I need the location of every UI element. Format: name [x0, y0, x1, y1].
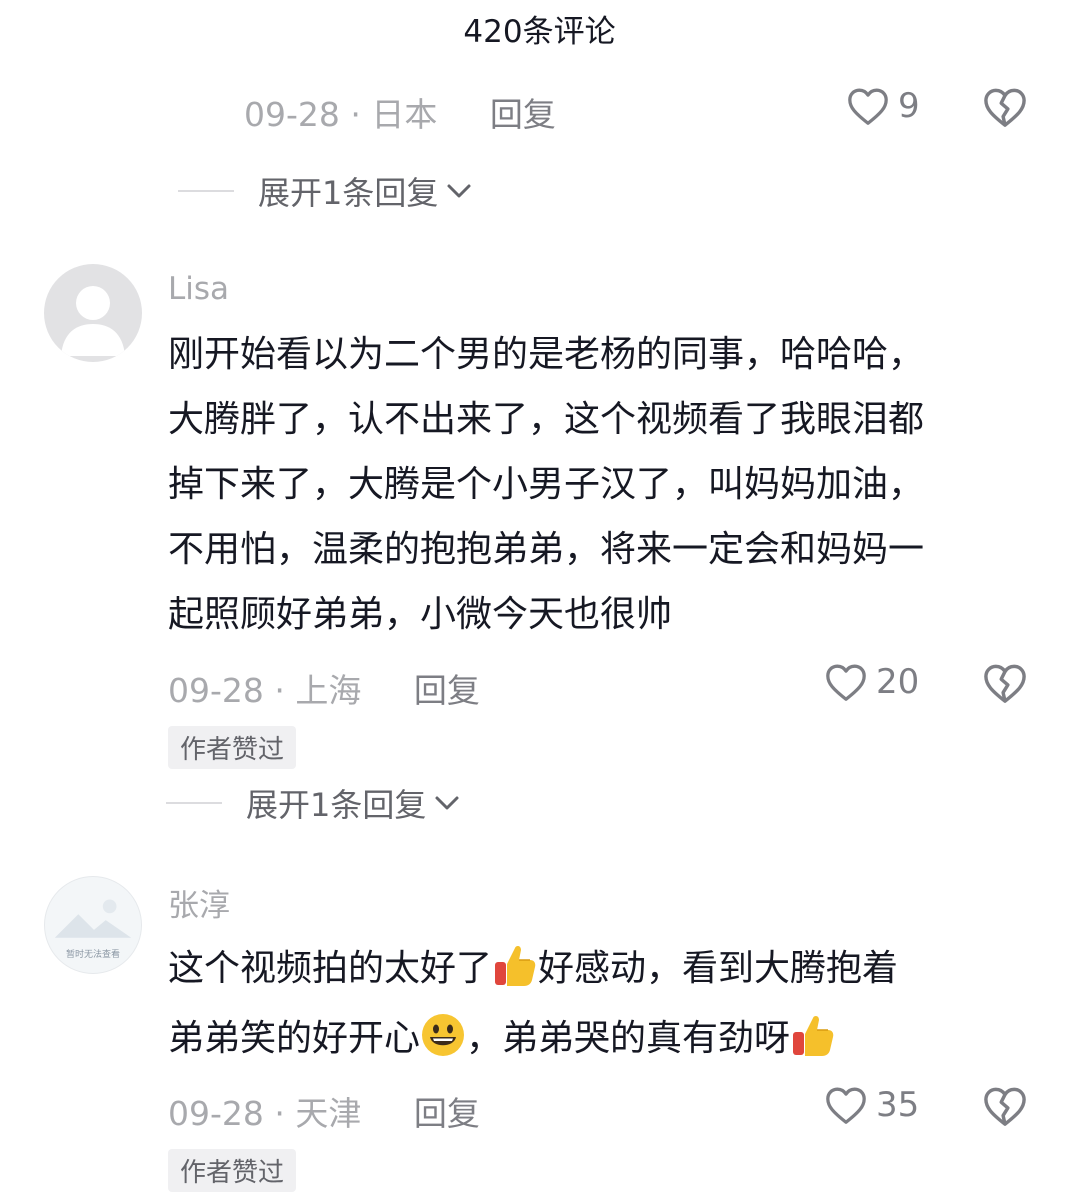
comment-text: 弟弟笑的好开心 [168, 1018, 421, 1059]
comment-text-line: 起照顾好弟弟，小微今天也很帅 [168, 594, 673, 635]
comment-meta: 09-28 · 上海 回复 [168, 664, 480, 712]
meta-separator: · [274, 1094, 296, 1133]
comment-date: 09-28 [168, 1094, 264, 1133]
chevron-down-icon [447, 184, 471, 198]
broken-heart-icon [984, 1087, 1026, 1126]
avatar[interactable] [44, 264, 142, 362]
dislike-button[interactable] [982, 86, 1028, 132]
comment-text-line: 弟弟笑的好开心 ，弟弟哭的真有劲呀 [168, 1004, 1048, 1074]
comment-text-line: 这个视频拍的太好了 好感动，看到大腾抱着 [168, 934, 1048, 1004]
reply-button[interactable]: 回复 [414, 671, 480, 710]
comment-text-line: 掉下来了，大腾是个小男子汉了，叫妈妈加油， [168, 464, 925, 505]
reply-button[interactable]: 回复 [414, 1094, 480, 1133]
reply-button[interactable]: 回复 [490, 95, 556, 134]
avatar[interactable]: 暂时无法查看 [44, 876, 142, 974]
dislike-button[interactable] [982, 1085, 1028, 1131]
comment-meta: 09-28 · 天津 回复 [168, 1087, 480, 1135]
like-count: 35 [876, 1085, 920, 1125]
default-avatar-icon [61, 286, 125, 356]
like-button[interactable]: 20 [824, 662, 919, 702]
comment-username[interactable]: Lisa [168, 271, 229, 307]
avatar-unavailable-text: 暂时无法查看 [65, 950, 120, 960]
divider-line [178, 190, 234, 192]
comment-text-line: 不用怕，温柔的抱抱弟弟，将来一定会和妈妈一 [168, 529, 925, 570]
comment-location: 日本 [371, 95, 438, 134]
like-count: 20 [876, 662, 920, 702]
comment-text: 这个视频拍的太好了 [168, 948, 493, 989]
comment-username[interactable]: 张淳 [168, 880, 230, 925]
heart-outline-icon [848, 88, 888, 125]
heart-outline-icon [826, 1087, 866, 1124]
divider-line [166, 802, 222, 804]
broken-heart-icon [984, 664, 1026, 703]
comment-content: 刚开始看以为二个男的是老杨的同事，哈哈哈， 大腾胖了，认不出来了，这个视频看了我… [168, 322, 1048, 647]
thumbs-up-emoji [495, 945, 536, 986]
meta-separator: · [274, 671, 296, 710]
like-count: 9 [898, 86, 920, 126]
dislike-button[interactable] [982, 662, 1028, 708]
author-liked-badge: 作者赞过 [168, 726, 297, 769]
comments-count-title: 420条评论 [463, 14, 616, 50]
grinning-face-emoji [422, 1014, 465, 1056]
heart-outline-icon [826, 664, 866, 701]
like-button[interactable]: 9 [846, 86, 920, 126]
expand-replies-label: 展开1条回复 [246, 786, 427, 824]
expand-replies-button[interactable]: 展开1条回复 [166, 780, 460, 826]
thumbs-up-emoji [793, 1015, 834, 1056]
comment-text: 好感动，看到大腾抱着 [538, 948, 899, 989]
like-button[interactable]: 35 [824, 1085, 919, 1125]
comment-content: 这个视频拍的太好了 好感动，看到大腾抱着 弟弟笑的好开心 ，弟弟哭的真有劲呀 [168, 934, 1048, 1074]
comment-text-line: 大腾胖了，认不出来了，这个视频看了我眼泪都 [168, 399, 925, 440]
comment-location: 上海 [295, 671, 362, 710]
chevron-down-icon [435, 796, 459, 810]
comment-meta: 09-28 · 日本 回复 [244, 88, 556, 136]
expand-replies-button[interactable]: 展开1条回复 [178, 168, 472, 214]
meta-separator: · [350, 95, 372, 134]
comment-location: 天津 [295, 1094, 362, 1133]
comment-text-line: 刚开始看以为二个男的是老杨的同事，哈哈哈， [168, 334, 925, 375]
expand-replies-label: 展开1条回复 [258, 174, 439, 212]
comment-date: 09-28 [244, 95, 340, 134]
comment-text: ，弟弟哭的真有劲呀 [466, 1018, 791, 1059]
comment-date: 09-28 [168, 671, 264, 710]
broken-heart-icon [984, 88, 1026, 127]
author-liked-badge: 作者赞过 [168, 1149, 297, 1192]
